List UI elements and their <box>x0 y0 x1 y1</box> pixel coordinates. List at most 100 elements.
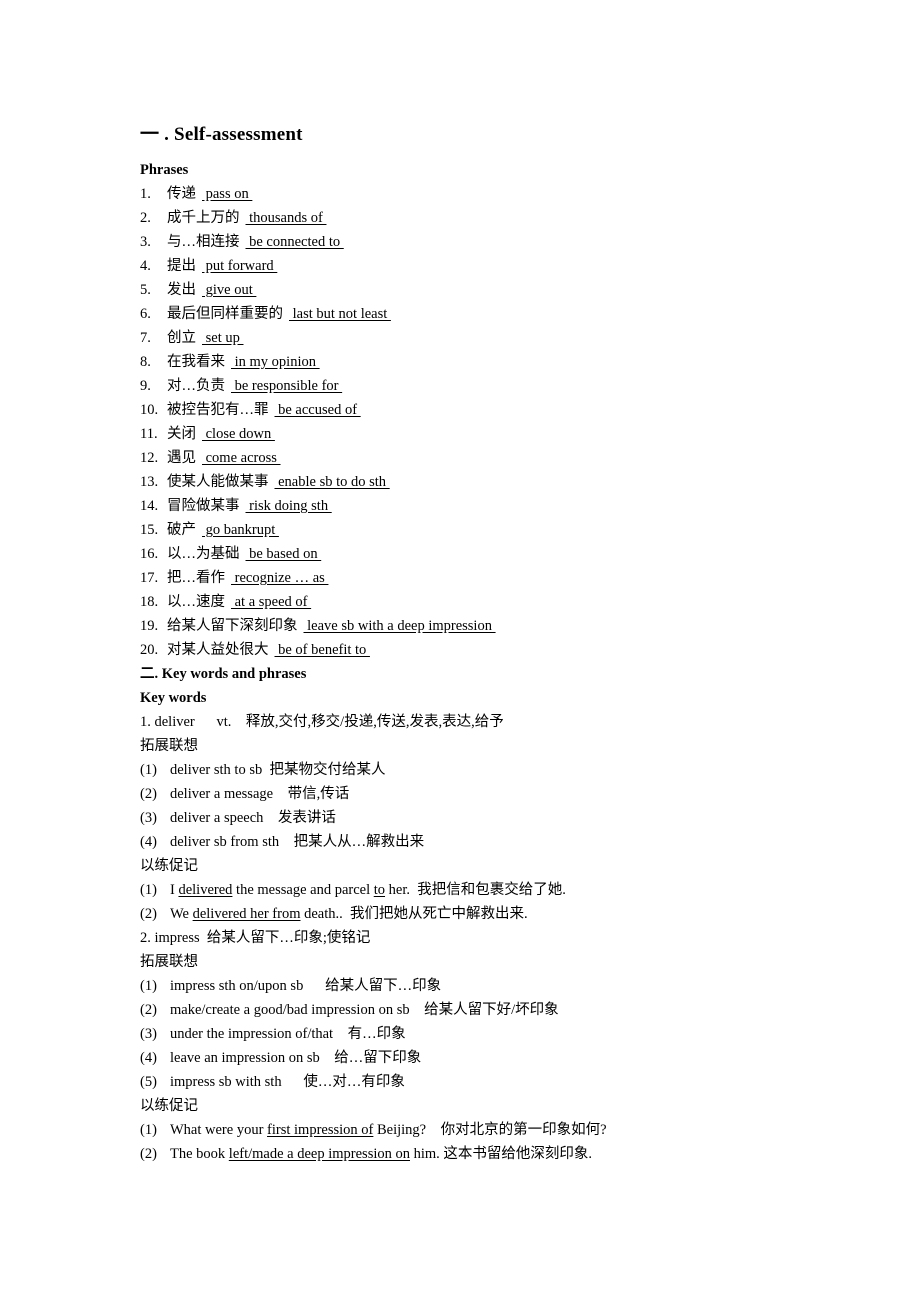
phrase-number: 19. <box>140 618 159 634</box>
phrase-english: leave sb with a deep impression <box>303 618 496 634</box>
expansion-marker: (5) <box>140 1074 157 1090</box>
phrase-item: 4. 提出 put forward <box>140 254 840 278</box>
phrase-chinese: 最后但同样重要的 <box>167 306 283 322</box>
phrase-number: 14. <box>140 498 159 514</box>
key-word-entry: 2. impress 给某人留下…印象;使铭记 拓展联想 (1) impress st… <box>140 926 840 1166</box>
phrase-chinese: 被控告犯有…罪 <box>167 402 269 418</box>
practice-text-post: Beijing? 你对北京的第一印象如何? <box>373 1122 607 1138</box>
phrase-number: 5. <box>140 282 151 298</box>
phrase-english: close down <box>202 426 275 442</box>
phrase-item: 1. 传递 pass on <box>140 182 840 206</box>
phrase-number: 8. <box>140 354 151 370</box>
expansion-marker: (3) <box>140 1026 157 1042</box>
phrase-item: 7. 创立 set up <box>140 326 840 350</box>
practice-text-post: death.. 我们把她从死亡中解救出来. <box>300 906 528 922</box>
phrase-number: 13. <box>140 474 159 490</box>
practice-text-underlined-2: to <box>373 882 386 898</box>
expansion-item: (5) impress sb with sth 使…对…有印象 <box>140 1070 840 1094</box>
phrase-chinese: 与…相连接 <box>167 234 240 250</box>
phrase-english: set up <box>202 330 244 346</box>
phrase-chinese: 传递 <box>167 186 196 202</box>
practice-text-mid: the message and parcel <box>232 882 374 898</box>
phrase-english: in my opinion <box>231 354 320 370</box>
phrase-number: 9. <box>140 378 151 394</box>
phrase-chinese: 使某人能做某事 <box>167 474 269 490</box>
key-word-entries: 1. deliver vt. 释放,交付,移交/投递,传送,发表,表达,给予 拓展… <box>140 710 840 1166</box>
phrase-english: last but not least <box>289 306 391 322</box>
phrase-number: 15. <box>140 522 159 538</box>
practice-text-pre: The book <box>170 1146 229 1162</box>
phrase-item: 6. 最后但同样重要的 last but not least <box>140 302 840 326</box>
phrase-english: risk doing sth <box>245 498 332 514</box>
phrase-chinese: 给某人留下深刻印象 <box>167 618 298 634</box>
expansion-item: (2) make/create a good/bad impression on … <box>140 998 840 1022</box>
practice-text: What were your first impression of Beiji… <box>170 1118 840 1142</box>
expansion-marker: (4) <box>140 1050 157 1066</box>
phrase-english: give out <box>202 282 257 298</box>
practice-text-post: her. 我把信和包裹交给了她. <box>385 882 566 898</box>
expansion-marker: (1) <box>140 762 157 778</box>
phrase-chinese: 创立 <box>167 330 196 346</box>
phrase-item: 13. 使某人能做某事 enable sb to do sth <box>140 470 840 494</box>
practice-sentence: (1) What were your first impression of Be… <box>140 1118 840 1142</box>
phrase-number: 12. <box>140 450 159 466</box>
phrase-item: 10. 被控告犯有…罪 be accused of <box>140 398 840 422</box>
document-content: 一 . Self-assessment Phrases 1. 传递 pass on… <box>140 122 840 1166</box>
expansion-text: impress sth on/upon sb 给某人留下…印象 <box>170 978 442 994</box>
phrase-chinese: 以…为基础 <box>167 546 240 562</box>
expansion-text: leave an impression on sb 给…留下印象 <box>170 1050 422 1066</box>
expansion-item: (4) deliver sb from sth 把某人从…解救出来 <box>140 830 840 854</box>
phrase-item: 15. 破产 go bankrupt <box>140 518 840 542</box>
phrase-item: 3. 与…相连接 be connected to <box>140 230 840 254</box>
expansion-item: (3) deliver a speech 发表讲话 <box>140 806 840 830</box>
practice-text: The book left/made a deep impression on … <box>170 1142 840 1166</box>
practice-text: I delivered the message and parcel to he… <box>170 878 840 902</box>
phrase-number: 18. <box>140 594 159 610</box>
practice-text-underlined: delivered <box>178 882 233 898</box>
expansion-marker: (4) <box>140 834 157 850</box>
expansion-marker: (2) <box>140 786 157 802</box>
practice-text-underlined: first impression of <box>267 1122 374 1138</box>
phrase-chinese: 遇见 <box>167 450 196 466</box>
expansion-text: deliver sb from sth 把某人从…解救出来 <box>170 834 425 850</box>
phrase-chinese: 发出 <box>167 282 196 298</box>
expansion-label: 拓展联想 <box>140 738 198 754</box>
expansion-item: (1) deliver sth to sb 把某物交付给某人 <box>140 758 840 782</box>
phrase-item: 18. 以…速度 at a speed of <box>140 590 840 614</box>
expansion-item: (3) under the impression of/that 有…印象 <box>140 1022 840 1046</box>
expansion-marker: (3) <box>140 810 157 826</box>
phrase-item: 17. 把…看作 recognize … as <box>140 566 840 590</box>
phrase-chinese: 对某人益处很大 <box>167 642 269 658</box>
expansion-item: (2) deliver a message 带信,传话 <box>140 782 840 806</box>
expansion-label: 拓展联想 <box>140 954 198 970</box>
phrase-english: be accused of <box>274 402 361 418</box>
phrase-number: 11. <box>140 426 158 442</box>
phrase-chinese: 对…负责 <box>167 378 225 394</box>
phrase-english: be responsible for <box>231 378 343 394</box>
phrase-chinese: 把…看作 <box>167 570 225 586</box>
phrase-item: 12. 遇见 come across <box>140 446 840 470</box>
page-title: 一 . Self-assessment <box>140 124 303 145</box>
phrase-item: 9. 对…负责 be responsible for <box>140 374 840 398</box>
key-words-and-phrases-heading: 二. Key words and phrases <box>140 666 307 682</box>
practice-label: 以练促记 <box>140 858 198 874</box>
document-page: 一 . Self-assessment Phrases 1. 传递 pass on… <box>0 0 920 1302</box>
practice-text-pre: We <box>170 906 193 922</box>
expansion-marker: (2) <box>140 1002 157 1018</box>
phrase-number: 16. <box>140 546 159 562</box>
phrase-english: enable sb to do sth <box>274 474 390 490</box>
practice-sentence: (2) The book left/made a deep impression … <box>140 1142 840 1166</box>
practice-sentence: (1) I delivered the message and parcel to… <box>140 878 840 902</box>
phrase-chinese: 成千上万的 <box>167 210 240 226</box>
phrase-english: pass on <box>202 186 253 202</box>
phrase-number: 20. <box>140 642 159 658</box>
expansion-text: deliver a speech 发表讲话 <box>170 810 336 826</box>
expansion-text: make/create a good/bad impression on sb … <box>170 1002 559 1018</box>
phrase-chinese: 关闭 <box>167 426 196 442</box>
practice-text-underlined: left/made a deep impression on <box>228 1146 410 1162</box>
entry-headword: 1. deliver vt. 释放,交付,移交/投递,传送,发表,表达,给予 <box>140 714 504 730</box>
phrase-item: 20. 对某人益处很大 be of benefit to <box>140 638 840 662</box>
expansion-item: (4) leave an impression on sb 给…留下印象 <box>140 1046 840 1070</box>
phrase-number: 7. <box>140 330 151 346</box>
phrases-list: 1. 传递 pass on 2. 成千上万的 thousands of 3. 与…相连… <box>140 182 840 662</box>
